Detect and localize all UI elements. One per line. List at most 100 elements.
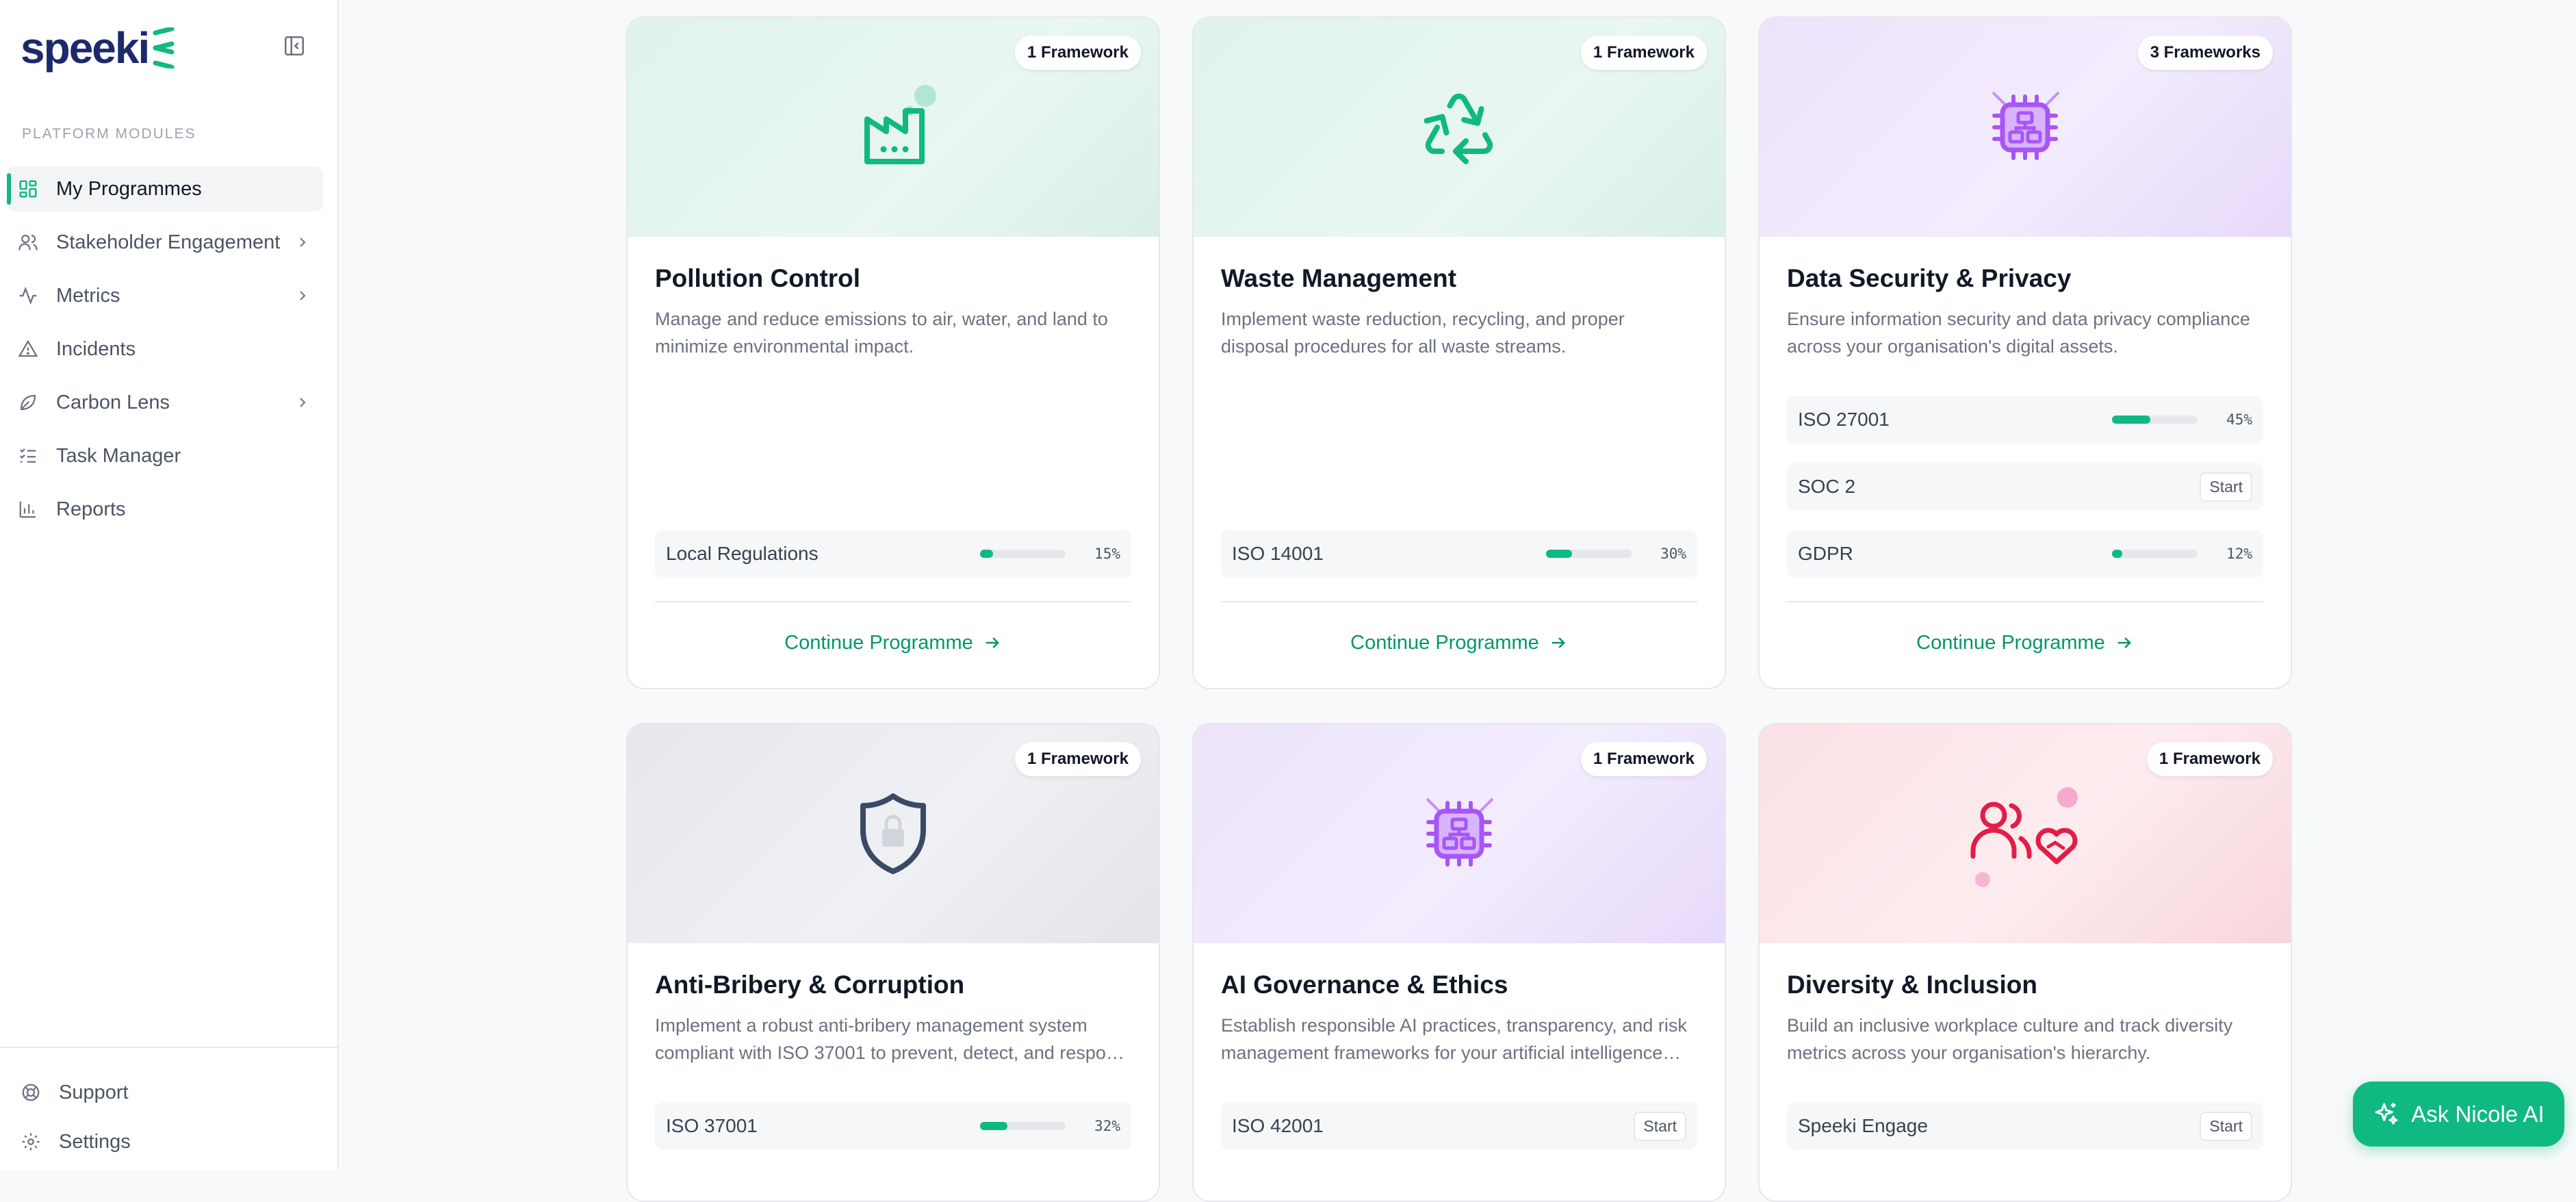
cpu-chip-icon bbox=[1426, 797, 1494, 867]
sidebar-item-metrics[interactable]: Metrics bbox=[7, 273, 323, 318]
card-description: Implement a robust anti-bribery manageme… bbox=[655, 1015, 1126, 1063]
sidebar-item-label: Settings bbox=[59, 1130, 131, 1153]
progress-fill bbox=[2112, 550, 2122, 558]
programme-card[interactable]: 1 Framework Anti-Bribery & Corruption Im… bbox=[626, 723, 1160, 1202]
card-description: Establish responsible AI practices, tran… bbox=[1221, 1015, 1687, 1063]
sparkles-icon bbox=[2375, 1102, 2398, 1125]
framework-count-badge: 1 Framework bbox=[1014, 742, 1141, 776]
card-divider bbox=[1221, 601, 1697, 602]
sidebar-footer: Support Settings bbox=[0, 1047, 337, 1169]
framework-row[interactable]: ISO 14001 30% bbox=[1221, 530, 1697, 578]
arrow-right-icon bbox=[1551, 637, 1565, 648]
card-title: AI Governance & Ethics bbox=[1221, 971, 1508, 999]
card-title: Waste Management bbox=[1221, 264, 1457, 292]
framework-name: ISO 42001 bbox=[1232, 1115, 1324, 1136]
start-framework-button[interactable]: Start bbox=[2200, 1111, 2252, 1141]
sidebar-item-carbon-lens[interactable]: Carbon Lens bbox=[7, 380, 323, 425]
sidebar-item-task-manager[interactable]: Task Manager bbox=[7, 433, 323, 478]
card-hero: 1 Framework bbox=[1194, 18, 1725, 237]
arrow-right-icon bbox=[986, 637, 999, 648]
framework-count-badge: 1 Framework bbox=[1014, 36, 1141, 70]
progress-percent: 32% bbox=[1094, 1118, 1120, 1134]
progress-percent: 30% bbox=[1660, 546, 1686, 562]
sidebar-item-my-programmes[interactable]: My Programmes bbox=[7, 166, 323, 212]
card-hero: 1 Framework bbox=[628, 724, 1159, 943]
framework-row[interactable]: Local Regulations 15% bbox=[655, 530, 1131, 578]
cpu-chip-icon bbox=[1992, 91, 2060, 160]
progress-percent: 45% bbox=[2226, 411, 2252, 428]
sidebar: speeki PLATFORM MODULES My Programmes St… bbox=[0, 0, 339, 1169]
sidebar-nav: My Programmes Stakeholder Engagement Met… bbox=[7, 166, 323, 540]
card-hero: 1 Framework bbox=[628, 18, 1159, 237]
progress-percent: 12% bbox=[2226, 546, 2252, 562]
sidebar-item-settings[interactable]: Settings bbox=[19, 1125, 131, 1159]
programme-card[interactable]: 3 Frameworks Data Security & Privacy Ens… bbox=[1758, 16, 2292, 689]
card-title: Data Security & Privacy bbox=[1787, 264, 2072, 292]
framework-name: ISO 27001 bbox=[1798, 409, 1890, 430]
card-hero: 1 Framework bbox=[1194, 724, 1725, 943]
speeki-logo[interactable]: speeki bbox=[21, 23, 176, 73]
chevron-right-icon bbox=[300, 291, 306, 300]
ask-nicole-label: Ask Nicole AI bbox=[2411, 1101, 2545, 1127]
card-title: Diversity & Inclusion bbox=[1787, 971, 2037, 999]
continue-programme-button[interactable]: Continue Programme bbox=[1194, 626, 1725, 660]
sidebar-item-label: Task Manager bbox=[56, 444, 181, 467]
progress-bar bbox=[980, 1122, 1066, 1130]
programme-card[interactable]: 1 Framework AI Governance & Ethics Estab… bbox=[1192, 723, 1726, 1202]
framework-name: ISO 14001 bbox=[1232, 543, 1324, 564]
framework-row[interactable]: SOC 2 Start bbox=[1787, 463, 2263, 511]
alert-triangle-icon bbox=[16, 337, 40, 361]
continue-programme-button[interactable]: Continue Programme bbox=[1760, 626, 2291, 660]
logo-mark-icon bbox=[153, 27, 175, 68]
logo-text: speeki bbox=[21, 23, 150, 73]
gear-icon bbox=[19, 1130, 42, 1153]
framework-row[interactable]: Speeki Engage Start bbox=[1787, 1102, 2263, 1150]
framework-name: SOC 2 bbox=[1798, 476, 1856, 497]
shield-lock-icon bbox=[860, 793, 926, 874]
factory-icon bbox=[864, 85, 936, 164]
grid-icon bbox=[16, 177, 40, 201]
card-description: Implement waste reduction, recycling, an… bbox=[1221, 309, 1625, 357]
sidebar-item-label: Carbon Lens bbox=[56, 391, 170, 413]
framework-name: ISO 37001 bbox=[666, 1115, 758, 1136]
list-checks-icon bbox=[16, 444, 40, 468]
card-description: Manage and reduce emissions to air, wate… bbox=[655, 309, 1108, 357]
sidebar-item-label: Metrics bbox=[56, 284, 120, 307]
cta-label: Continue Programme bbox=[784, 631, 973, 654]
sidebar-item-label: Support bbox=[59, 1081, 129, 1103]
panel-collapse-icon bbox=[284, 36, 305, 56]
framework-row[interactable]: ISO 37001 32% bbox=[655, 1102, 1131, 1150]
framework-row[interactable]: ISO 42001 Start bbox=[1221, 1102, 1697, 1150]
activity-icon bbox=[16, 284, 40, 307]
framework-count-badge: 3 Frameworks bbox=[2137, 36, 2273, 70]
continue-programme-button[interactable]: Continue Programme bbox=[628, 626, 1159, 660]
progress-fill bbox=[1546, 550, 1572, 558]
framework-row[interactable]: ISO 27001 45% bbox=[1787, 396, 2263, 444]
progress-fill bbox=[2112, 415, 2151, 424]
sidebar-item-stakeholder-engagement[interactable]: Stakeholder Engagement bbox=[7, 220, 323, 265]
programme-card[interactable]: 1 Framework Waste Management Implement w… bbox=[1192, 16, 1726, 689]
progress-bar bbox=[1546, 550, 1632, 558]
collapse-sidebar-button[interactable] bbox=[283, 34, 306, 57]
section-label: PLATFORM MODULES bbox=[22, 126, 196, 142]
ask-nicole-ai-button[interactable]: Ask Nicole AI bbox=[2353, 1082, 2564, 1147]
start-framework-button[interactable]: Start bbox=[2200, 472, 2252, 502]
start-framework-button[interactable]: Start bbox=[1634, 1111, 1686, 1141]
sidebar-item-label: My Programmes bbox=[56, 177, 202, 200]
card-hero: 1 Framework bbox=[1760, 724, 2291, 943]
programme-card[interactable]: 1 Framework Diversity & Inclusion Build … bbox=[1758, 723, 2292, 1202]
sidebar-item-support[interactable]: Support bbox=[19, 1075, 129, 1110]
programme-card[interactable]: 1 Framework Pollution Control Manage and… bbox=[626, 16, 1160, 689]
bar-chart-icon bbox=[16, 498, 40, 521]
sidebar-item-reports[interactable]: Reports bbox=[7, 487, 323, 532]
framework-row[interactable]: GDPR 12% bbox=[1787, 530, 2263, 578]
sidebar-item-label: Reports bbox=[56, 498, 126, 520]
progress-bar bbox=[2112, 415, 2198, 424]
sidebar-item-incidents[interactable]: Incidents bbox=[7, 327, 323, 372]
people-heart-icon bbox=[1970, 787, 2078, 887]
sidebar-item-label: Incidents bbox=[56, 337, 136, 360]
recycle-icon bbox=[1424, 93, 1493, 164]
cta-label: Continue Programme bbox=[1350, 631, 1539, 654]
chevron-right-icon bbox=[300, 398, 306, 407]
framework-count-badge: 1 Framework bbox=[1580, 742, 1707, 776]
